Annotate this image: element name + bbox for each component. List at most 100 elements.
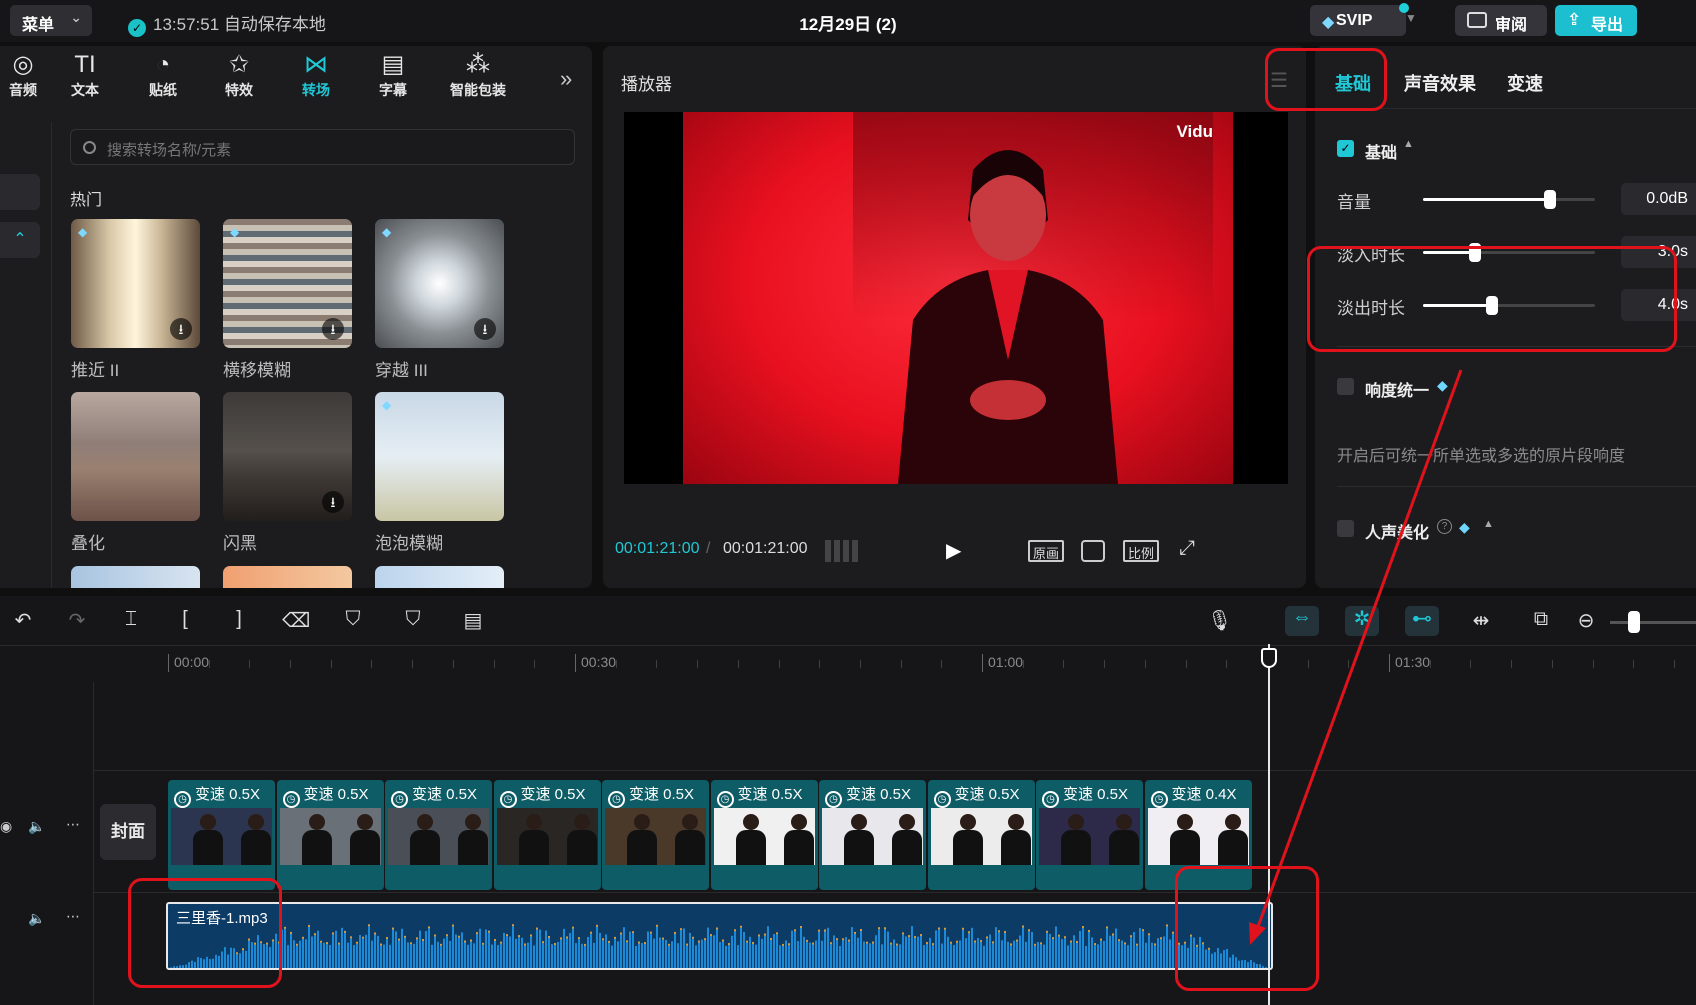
transition-thumbnail[interactable] (375, 566, 504, 588)
zoom-slider[interactable] (1610, 621, 1696, 624)
waveform-peak (446, 934, 448, 937)
tool-tab[interactable]: ⁂ 智能包装 (436, 50, 520, 110)
transition-card[interactable]: ◆ ⭳ 穿越 III (375, 219, 504, 381)
transition-thumbnail[interactable] (71, 566, 200, 588)
category-item[interactable] (0, 174, 40, 210)
tab-sound-effects[interactable]: 声音效果 (1404, 70, 1476, 96)
export-button[interactable]: ⇪ 导出 (1555, 5, 1637, 36)
tab-speed[interactable]: 变速 (1507, 70, 1543, 96)
basic-checkbox[interactable]: ✓ (1337, 140, 1354, 157)
waveform-peak (1154, 943, 1156, 946)
collapse-icon[interactable]: ⌃ (0, 222, 40, 258)
video-clip[interactable]: ◷ 变速 0.5X (385, 780, 492, 890)
volume-value[interactable]: 0.0dB (1621, 183, 1696, 215)
microphone-icon[interactable]: 🎙 (1207, 608, 1232, 632)
video-clip[interactable]: ◷ 变速 0.5X (819, 780, 926, 890)
main-track-magnet-icon[interactable]: ⇔ (1285, 606, 1319, 636)
video-clip[interactable]: ◷ 变速 0.5X (1036, 780, 1143, 890)
layout-dropdown-icon[interactable]: ▼ (1405, 11, 1417, 25)
search-input[interactable]: 搜索转场名称/元素 (70, 129, 575, 165)
collapse-icon[interactable]: ▲ (1403, 138, 1414, 150)
tool-tab[interactable]: ⋈ 转场 (281, 50, 351, 110)
player-panel: 播放器 ☰ Vidu 00:01:21:00 / 00:01:21:00 ▶ 原… (603, 46, 1306, 588)
download-icon[interactable]: ⭳ (322, 318, 344, 340)
figure-head (573, 814, 590, 830)
tool-tab[interactable]: ▤ 字幕 (358, 50, 428, 110)
screen-icon[interactable]: ⧉ (1530, 608, 1552, 632)
diamond-icon: ◆ (78, 225, 88, 239)
transition-card[interactable]: ◆ ⭳ 推近 II (71, 219, 200, 381)
split-icon[interactable]: ⌶ (120, 608, 142, 632)
cover-button[interactable]: 封面 (100, 804, 156, 860)
preview-axis-icon[interactable]: ⇹ (1470, 608, 1492, 632)
waveform-peak (1100, 938, 1102, 941)
zoom-knob[interactable] (1628, 611, 1640, 633)
audio-clip[interactable]: 三里香-1.mp3 (166, 902, 1273, 970)
waveform-bar (509, 936, 511, 968)
tool-tab[interactable]: ✩ 特效 (204, 50, 274, 110)
help-icon[interactable]: ? (1437, 519, 1452, 534)
zoom-out-icon[interactable]: ⊖ (1575, 608, 1597, 632)
waveform-bar (923, 944, 925, 968)
trim-left-icon[interactable]: [ (174, 608, 196, 632)
figure-body (1000, 830, 1031, 865)
waveform-peak (902, 932, 904, 935)
video-clip[interactable]: ◷ 变速 0.5X (168, 780, 275, 890)
timecode-grid-icon[interactable] (825, 540, 859, 562)
tool-tab[interactable]: ◔ 贴纸 (128, 50, 198, 110)
play-icon[interactable]: ▶ (946, 538, 961, 563)
svip-button[interactable]: ◆ SVIP (1310, 3, 1409, 36)
fullscreen-icon[interactable]: ⤢ (1179, 537, 1195, 560)
caption-edit-icon[interactable]: ▤ (462, 608, 484, 632)
tool-tab[interactable]: TI 文本 (50, 50, 120, 110)
review-button[interactable]: 审阅 (1455, 5, 1547, 36)
waveform-bar (284, 928, 286, 968)
video-clip[interactable]: ◷ 变速 0.5X (493, 780, 601, 890)
more-icon[interactable]: ⋯ (66, 908, 80, 925)
waveform-bar (962, 929, 964, 968)
video-clip[interactable]: ◷ 变速 0.5X (602, 780, 709, 890)
ruler-tick (1063, 660, 1064, 668)
playhead-handle[interactable] (1261, 648, 1277, 668)
aspect-ratio-button[interactable]: 比例 (1123, 540, 1160, 562)
more-tools-icon[interactable]: » (560, 66, 572, 92)
speaker-icon[interactable]: 🔈 (28, 818, 45, 835)
clip-thumbnail (1147, 808, 1249, 865)
speaker-icon[interactable]: 🔈 (28, 910, 45, 927)
collapse-icon[interactable]: ▲ (1483, 518, 1494, 530)
link-icon[interactable]: ⊷ (1405, 606, 1439, 636)
delete-icon[interactable]: ⌫ (282, 608, 310, 632)
download-icon[interactable]: ⭳ (170, 318, 192, 340)
transition-card[interactable]: ⭳ 闪黑 (223, 392, 352, 554)
download-icon[interactable]: ⭳ (474, 318, 496, 340)
video-clip[interactable]: ◷ 变速 0.5X (276, 780, 384, 890)
transition-card[interactable]: ◆ 泡泡模糊 (375, 392, 504, 554)
waveform-bar (986, 938, 988, 968)
eye-icon[interactable]: ◉ (0, 818, 12, 835)
waveform-peak (386, 937, 388, 940)
download-icon[interactable]: ⭳ (322, 491, 344, 513)
undo-icon[interactable]: ↶ (12, 608, 34, 632)
waveform-bar (764, 935, 766, 968)
mark-icon[interactable]: ⛉ (402, 608, 424, 632)
waveform-bar (611, 945, 613, 968)
original-quality-button[interactable]: 原画 (1028, 540, 1065, 562)
video-clip[interactable]: ◷ 变速 0.5X (927, 780, 1035, 890)
trim-right-icon[interactable]: ] (228, 608, 250, 632)
waveform-bar (287, 945, 289, 968)
volume-knob[interactable] (1544, 190, 1557, 209)
waveform-bar (1061, 939, 1063, 968)
loudness-checkbox[interactable] (1337, 378, 1354, 395)
ai-shield-icon[interactable]: ⛉ (342, 608, 364, 632)
auto-snap-icon[interactable]: ✲ (1345, 606, 1379, 636)
volume-slider[interactable] (1423, 190, 1595, 209)
preview-screen[interactable]: Vidu (624, 112, 1288, 484)
zoom-fit-icon[interactable] (1081, 540, 1105, 562)
transition-card[interactable]: ◆ ⭳ 横移模糊 (223, 219, 352, 381)
voice-enhance-checkbox[interactable] (1337, 520, 1354, 537)
video-clip[interactable]: ◷ 变速 0.5X (710, 780, 818, 890)
transition-card[interactable]: 叠化 (71, 392, 200, 554)
transition-thumbnail[interactable] (223, 566, 352, 588)
more-icon[interactable]: ⋯ (66, 816, 80, 833)
redo-icon[interactable]: ↷ (66, 608, 88, 632)
